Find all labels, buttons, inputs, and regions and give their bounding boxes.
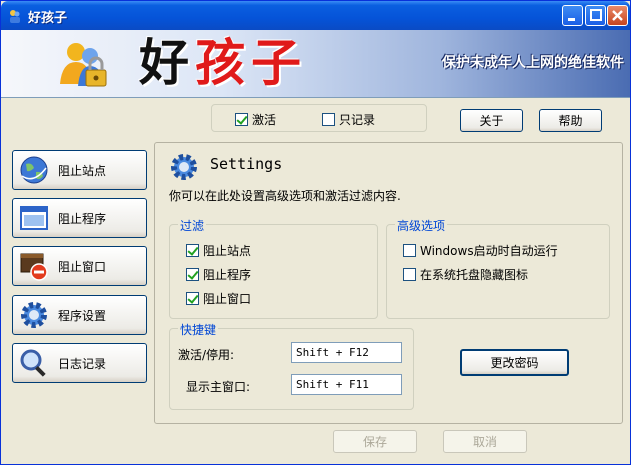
maximize-icon xyxy=(590,9,602,21)
show-window-hotkey-label: 显示主窗口: xyxy=(186,380,251,394)
log-only-checkbox[interactable]: 只记录 xyxy=(322,111,375,128)
banner-title-rest: 孩子 xyxy=(195,33,307,92)
advanced-group: 高级选项 Windows启动时自动运行 在系统托盘隐藏图标 xyxy=(386,217,610,319)
advanced-legend: 高级选项 xyxy=(395,217,448,234)
checkbox-box[interactable] xyxy=(186,244,199,257)
sidebar-item-block-sites[interactable]: 阻止站点 xyxy=(12,150,147,190)
hotkeys-group: 快捷键 激活/停用: Shift + F12 显示主窗口: Shift + F1… xyxy=(169,321,414,410)
sidebar-item-program-settings[interactable]: 程序设置 xyxy=(12,295,147,335)
gear-icon xyxy=(21,302,47,328)
log-only-checkbox-box[interactable] xyxy=(322,113,335,126)
checkbox-box[interactable] xyxy=(186,292,199,305)
window-title: 好孩子 xyxy=(28,11,68,26)
sidebar-item-label: 阻止站点 xyxy=(58,163,107,178)
hide-tray-icon-checkbox[interactable]: 在系统托盘隐藏图标 xyxy=(403,266,528,283)
sidebar-item-label: 日志记录 xyxy=(58,356,107,371)
minimize-icon xyxy=(568,18,575,21)
checkbox-box[interactable] xyxy=(186,268,199,281)
minimize-button[interactable] xyxy=(562,5,583,26)
filter-block-windows-checkbox[interactable]: 阻止窗口 xyxy=(186,290,251,307)
title-bar[interactable]: 好孩子 xyxy=(1,1,630,30)
close-button[interactable] xyxy=(607,5,628,26)
banner-title-char1: 好 xyxy=(139,33,195,92)
close-icon xyxy=(612,10,623,21)
cancel-button[interactable]: 取消 xyxy=(443,430,527,453)
sidebar-item-label: 程序设置 xyxy=(58,308,107,323)
checkbox-label: 在系统托盘隐藏图标 xyxy=(420,268,529,282)
filter-block-sites-checkbox[interactable]: 阻止站点 xyxy=(186,242,251,259)
app-icon xyxy=(10,10,20,23)
banner-slogan: 保护未成年人上网的绝佳软件 xyxy=(442,55,624,71)
sidebar-item-logs[interactable]: 日志记录 xyxy=(12,343,147,383)
blocked-window-icon xyxy=(20,253,48,281)
activate-hotkey-input[interactable]: Shift + F12 xyxy=(291,342,402,363)
hotkeys-legend: 快捷键 xyxy=(178,321,219,338)
checkbox-label: Windows启动时自动运行 xyxy=(420,244,558,258)
settings-heading: Settings xyxy=(210,155,283,173)
log-only-label: 只记录 xyxy=(339,113,376,127)
parents-lock-icon xyxy=(60,43,107,87)
settings-panel: Settings 你可以在此处设置高级选项和激活过滤内容. 过滤 阻止站点 阻止… xyxy=(154,142,623,424)
activate-checkbox[interactable]: 激活 xyxy=(235,111,276,128)
sidebar-item-label: 阻止窗口 xyxy=(58,259,107,274)
filter-block-programs-checkbox[interactable]: 阻止程序 xyxy=(186,266,251,283)
magnifier-icon xyxy=(20,349,46,377)
activate-hotkey-label: 激活/停用: xyxy=(178,348,235,362)
filter-group: 过滤 阻止站点 阻止程序 阻止窗口 xyxy=(169,217,378,319)
checkbox-label: 阻止站点 xyxy=(203,244,252,258)
settings-description: 你可以在此处设置高级选项和激活过滤内容. xyxy=(169,189,401,203)
settings-gear-icon xyxy=(171,154,197,180)
help-button[interactable]: 帮助 xyxy=(539,109,602,132)
show-window-hotkey-input[interactable]: Shift + F11 xyxy=(291,374,402,395)
filter-legend: 过滤 xyxy=(178,217,207,234)
about-button[interactable]: 关于 xyxy=(460,109,523,132)
checkbox-label: 阻止窗口 xyxy=(203,292,252,306)
activate-checkbox-box[interactable] xyxy=(235,113,248,126)
window-app-icon xyxy=(20,206,48,230)
checkbox-box[interactable] xyxy=(403,244,416,257)
mode-group: 激活 只记录 xyxy=(211,104,427,132)
maximize-button[interactable] xyxy=(585,5,606,26)
sidebar-item-block-programs[interactable]: 阻止程序 xyxy=(12,198,147,238)
checkbox-label: 阻止程序 xyxy=(203,268,252,282)
banner-title: 好孩子 xyxy=(139,32,307,94)
save-button[interactable]: 保存 xyxy=(333,430,417,453)
banner: 好孩子 保护未成年人上网的绝佳软件 xyxy=(1,30,630,98)
change-password-button[interactable]: 更改密码 xyxy=(460,349,569,376)
autostart-checkbox[interactable]: Windows启动时自动运行 xyxy=(403,242,558,259)
globe-icon xyxy=(20,156,48,184)
sidebar-item-label: 阻止程序 xyxy=(58,211,107,226)
activate-label: 激活 xyxy=(252,113,277,127)
main-window: 好孩子 好孩子 保护未成年人上网的绝佳软件 激活 只记录 关于 帮助 阻止站点 … xyxy=(0,0,631,465)
sidebar-item-block-windows[interactable]: 阻止窗口 xyxy=(12,246,147,286)
checkbox-box[interactable] xyxy=(403,268,416,281)
